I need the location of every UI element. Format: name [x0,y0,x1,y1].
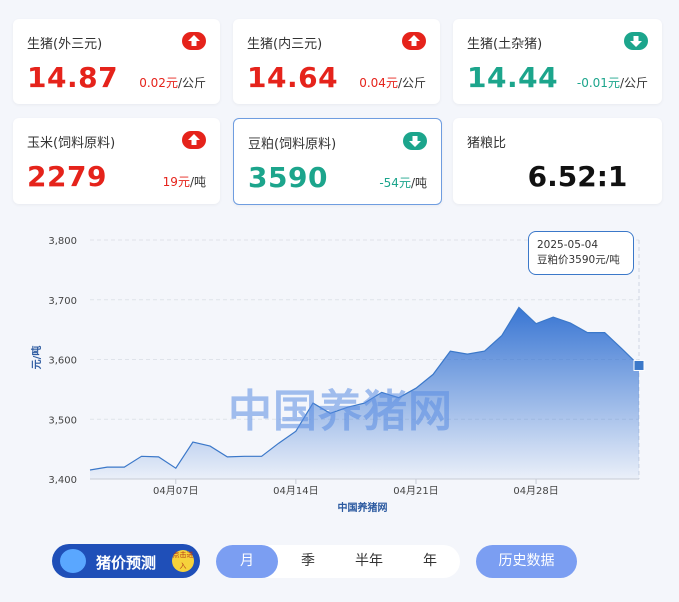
data-point [140,455,143,458]
data-point [226,455,229,458]
data-point [277,442,280,445]
period-selector: 月 季 半年 年 [216,545,460,578]
data-point [243,455,246,458]
data-point [500,334,503,337]
data-point [586,331,589,334]
price-card-pig-grain-ratio[interactable]: 猪粮比 6.52:1 [453,118,662,204]
y-tick-label: 3,500 [48,415,77,426]
data-point-selected [633,359,645,371]
price-card-pig-neisanyuan[interactable]: 生猪(内三元) 14.64 0.04元/公斤 [233,19,440,104]
data-point [569,322,572,325]
period-month[interactable]: 月 [216,545,278,578]
x-tick-label: 04月14日 [273,485,318,497]
period-year[interactable]: 年 [400,545,460,578]
card-change: 19元/吨 [162,175,206,189]
up-arrow-icon [402,32,426,50]
y-tick-label: 3,800 [48,236,77,247]
data-point [106,466,109,469]
card-change: 0.02元/公斤 [139,76,206,90]
card-title: 豆粕(饲料原料) [248,137,337,152]
data-point [535,322,538,325]
x-axis-title: 中国养猪网 [338,501,388,514]
price-card-pig-tuzazhu[interactable]: 生猪(土杂猪) 14.44 -0.01元/公斤 [453,19,662,104]
card-change: -54元/吨 [379,176,427,190]
y-tick-label: 3,700 [48,296,77,307]
data-point [483,350,486,353]
y-axis-title: 元/吨 [30,346,43,370]
x-tick-label: 04月21日 [393,485,438,497]
data-point [157,455,160,458]
price-card-corn[interactable]: 玉米(饲料原料) 2279 19元/吨 [13,118,220,204]
data-point [260,455,263,458]
down-arrow-icon [403,132,427,150]
promo-label: 猪价预测 [96,554,157,572]
card-change: 0.04元/公斤 [359,76,426,90]
x-tick-label: 04月07日 [153,485,198,497]
price-card-pig-waisanyuan[interactable]: 生猪(外三元) 14.87 0.02元/公斤 [13,19,220,104]
card-title: 生猪(外三元) [27,37,103,52]
pig-price-forecast-button[interactable]: 猪价预测 点击进入 [52,544,200,578]
card-value: 6.52:1 [527,160,628,193]
period-quarter[interactable]: 季 [278,545,338,578]
history-data-button[interactable]: 历史数据 [476,545,577,578]
forecast-logo-icon [60,549,86,573]
card-title: 玉米(饲料原料) [27,136,116,151]
card-value: 2279 [27,160,107,193]
card-value: 14.64 [247,61,339,94]
tooltip-date: 2025-05-04 [537,239,599,251]
up-arrow-icon [182,131,206,149]
card-title: 猪粮比 [467,136,507,151]
data-point [466,353,469,356]
period-halfyear[interactable]: 半年 [338,545,400,578]
card-value: 3590 [248,161,328,194]
watermark: 中国养猪网 [228,386,453,437]
data-point [517,306,520,309]
up-arrow-icon [182,32,206,50]
x-tick-label: 04月28日 [513,485,558,497]
data-point [191,440,194,443]
promo-badge: 点击进入 [172,550,194,572]
data-point [603,331,606,334]
down-arrow-icon [624,32,648,50]
chart-tooltip: 2025-05-04 豆粕价3590元/吨 [528,231,634,275]
data-point [620,347,623,350]
y-tick-label: 3,600 [48,356,77,367]
data-point [449,350,452,353]
card-value: 14.87 [27,61,119,94]
card-title: 生猪(土杂猪) [467,37,543,52]
card-title: 生猪(内三元) [247,37,323,52]
price-card-soymeal[interactable]: 豆粕(饲料原料) 3590 -54元/吨 [233,118,442,205]
data-point [89,469,92,472]
data-point [552,316,555,319]
card-value: 14.44 [467,61,559,94]
data-point [209,445,212,448]
data-point [123,466,126,469]
card-change: -0.01元/公斤 [576,76,648,90]
y-tick-label: 3,400 [48,475,77,486]
data-point [174,467,177,470]
tooltip-text: 豆粕价3590元/吨 [537,254,620,266]
